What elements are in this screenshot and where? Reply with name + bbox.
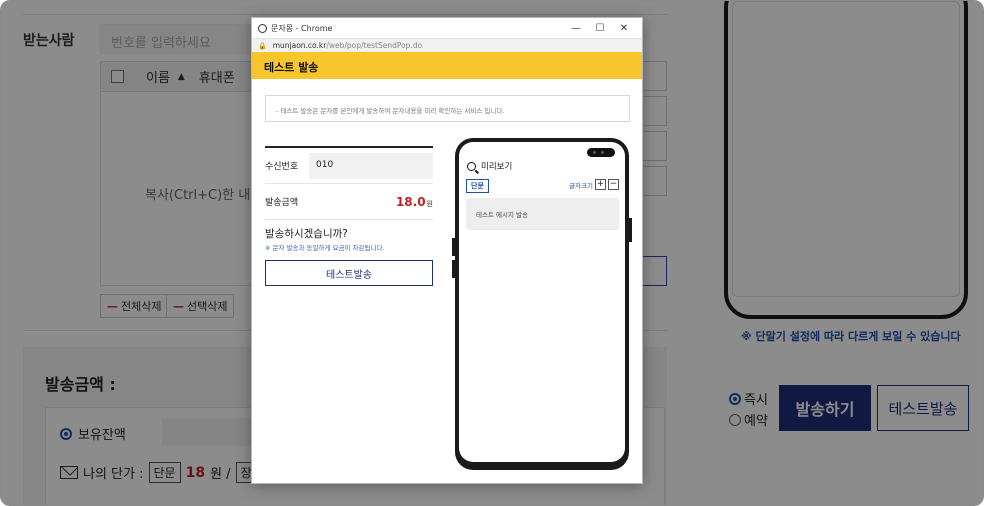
test-send-form: 수신번호 010 발송금액 18.0원 — [265, 146, 433, 220]
message-preview-phone: 미리보기 단문 글자크기 + − 테스트 에시지 발송 — [452, 138, 632, 470]
chrome-icon — [258, 23, 267, 33]
window-title: 문자몽 - Chrome — [271, 23, 333, 33]
url-domain: munjaon.co.kr — [272, 41, 327, 50]
window-titlebar: 문자몽 - Chrome — ☐ ✕ — [252, 18, 642, 38]
amount-label: 발송금액 — [265, 198, 299, 208]
volume-key — [452, 238, 455, 256]
font-decrease-button[interactable]: − — [608, 179, 619, 190]
service-description: - 테스트 발송은 문자를 본인에게 발송하여 문자내용을 미리 확인하는 서비… — [265, 95, 630, 122]
maximize-icon[interactable]: ☐ — [588, 23, 612, 34]
amount-value: 18.0 — [395, 194, 426, 209]
volume-key — [452, 260, 455, 278]
preview-screen: 미리보기 단문 글자크기 + − 테스트 에시지 발송 — [459, 142, 625, 462]
amount-value-wrap: 18.0원 — [309, 195, 433, 209]
amount-row: 발송금액 18.0원 — [265, 184, 433, 220]
camera-icon — [587, 148, 615, 157]
url-path: /web/pop/testSendPop.do — [326, 41, 423, 50]
confirm-question: 발송하시겠습니까? — [265, 228, 348, 240]
minimize-icon[interactable]: — — [564, 23, 588, 34]
receive-label: 수신번호 — [265, 162, 299, 172]
font-size-control: 글자크기 + − — [569, 179, 619, 190]
power-key — [629, 218, 632, 242]
message-type-tag: 단문 — [466, 179, 489, 193]
preview-title: 미리보기 — [467, 160, 512, 172]
message-bubble: 테스트 에시지 발송 — [466, 198, 619, 230]
font-increase-button[interactable]: + — [595, 179, 606, 190]
font-size-label: 글자크기 — [569, 181, 593, 190]
charge-note: ※ 문자 발송과 동일하게 요금이 차감됩니다. — [265, 244, 385, 252]
popup-header: 테스트 발송 — [252, 52, 642, 79]
receive-row: 수신번호 010 — [265, 148, 433, 184]
lock-icon: 🔒 — [258, 41, 267, 50]
test-send-button[interactable]: 테스트발송 — [265, 260, 433, 286]
app-frame: 받는사람 번호를 입력하세요 이름 ▲ 휴대폰 복사(Ctrl+C)한 내용 —… — [0, 0, 984, 506]
amount-unit: 원 — [426, 199, 433, 208]
preview-title-label: 미리보기 — [481, 162, 513, 172]
receive-number-input[interactable]: 010 — [309, 152, 433, 179]
close-icon[interactable]: ✕ — [612, 23, 636, 34]
magnifier-icon — [467, 161, 476, 171]
address-bar[interactable]: 🔒 munjaon.co.kr/web/pop/testSendPop.do — [252, 38, 642, 52]
test-send-popup: 문자몽 - Chrome — ☐ ✕ 🔒 munjaon.co.kr/web/p… — [251, 17, 643, 484]
